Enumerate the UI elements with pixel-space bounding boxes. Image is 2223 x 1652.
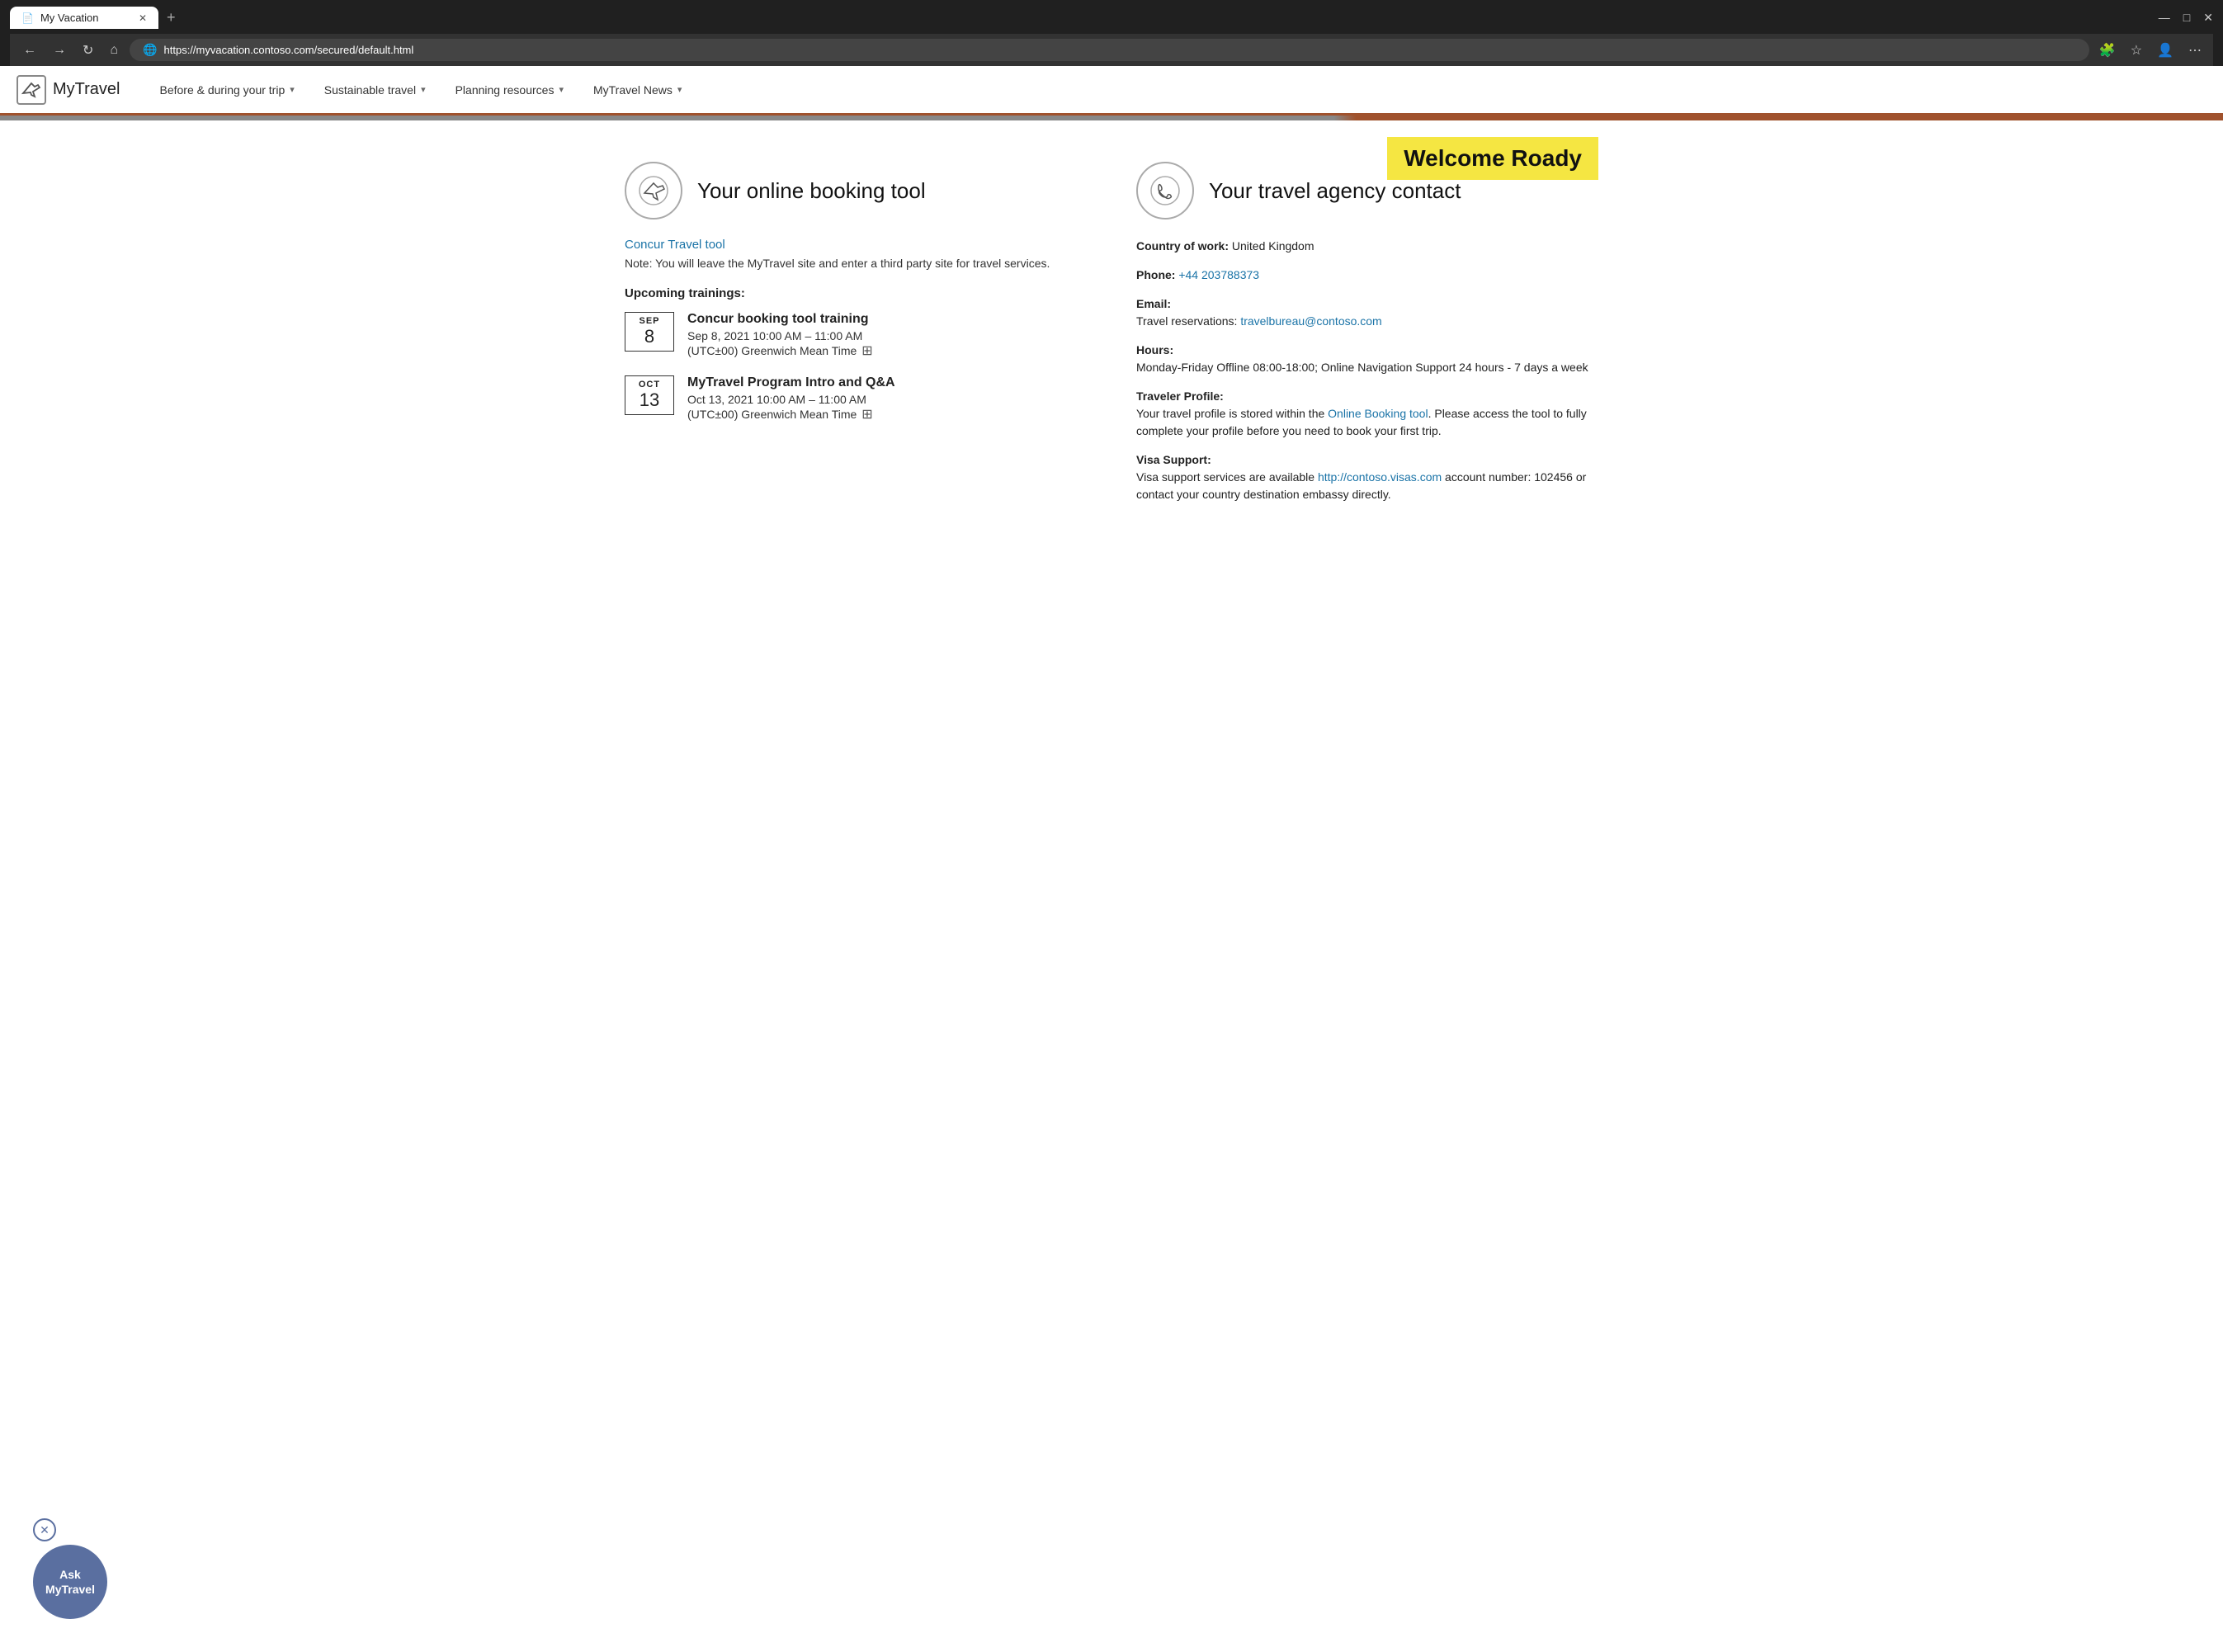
- training-details-1: Concur booking tool training Sep 8, 2021…: [687, 312, 873, 359]
- nav-item-planning[interactable]: Planning resources ▾: [441, 66, 578, 113]
- logo-icon: [17, 75, 46, 105]
- tab-title: My Vacation: [40, 12, 99, 24]
- chevron-down-icon: ▾: [677, 84, 682, 95]
- calendar-month-oct: OCT: [625, 380, 673, 389]
- add-to-calendar-icon-2[interactable]: ⊞: [861, 406, 872, 422]
- email-link[interactable]: travelbureau@contoso.com: [1240, 314, 1381, 328]
- online-booking-tool-link[interactable]: Online Booking tool: [1328, 407, 1428, 420]
- training-tz-2: (UTC±00) Greenwich Mean Time ⊞: [687, 406, 895, 422]
- home-button[interactable]: ⌂: [105, 41, 123, 59]
- phone-link[interactable]: +44 203788373: [1178, 268, 1259, 281]
- upcoming-trainings-label: Upcoming trainings:: [625, 286, 1087, 300]
- app-logo-text: MyTravel: [53, 80, 120, 99]
- travel-agency-section: Your travel agency contact Country of wo…: [1136, 162, 1598, 515]
- nav-label-news: MyTravel News: [593, 83, 673, 97]
- phone-icon-circle: [1136, 162, 1194, 219]
- ask-mytravel-button[interactable]: AskMyTravel: [33, 1545, 107, 1619]
- booking-tool-title: Your online booking tool: [697, 178, 926, 204]
- booking-note: Note: You will leave the MyTravel site a…: [625, 257, 1087, 270]
- chevron-down-icon: ▾: [421, 84, 426, 95]
- ask-mytravel-close-button[interactable]: ✕: [33, 1518, 56, 1541]
- traveler-profile-label: Traveler Profile:: [1136, 389, 1224, 403]
- email-sublabel: Travel reservations:: [1136, 314, 1237, 328]
- back-button[interactable]: ←: [18, 41, 41, 59]
- favorites-button[interactable]: ☆: [2127, 40, 2145, 60]
- url-text: https://myvacation.contoso.com/secured/d…: [164, 44, 414, 56]
- training-date-2: Oct 13, 2021 10:00 AM – 11:00 AM: [687, 393, 895, 406]
- training-timezone-2: (UTC±00) Greenwich Mean Time: [687, 408, 857, 421]
- calendar-day-oct: 13: [625, 389, 673, 411]
- toolbar-actions: 🧩 ☆ 👤 ⋯: [2096, 40, 2205, 60]
- training-item-1: SEP 8 Concur booking tool training Sep 8…: [625, 312, 1087, 359]
- concur-travel-link[interactable]: Concur Travel tool: [625, 238, 1087, 252]
- browser-toolbar: ← → ↻ ⌂ 🌐 https://myvacation.contoso.com…: [10, 34, 2213, 66]
- booking-tool-section: Your online booking tool Concur Travel t…: [625, 162, 1087, 515]
- nav-items: Before & during your trip ▾ Sustainable …: [144, 66, 696, 113]
- contact-email: Email: Travel reservations: travelbureau…: [1136, 295, 1598, 330]
- maximize-button[interactable]: □: [2183, 11, 2190, 25]
- contact-traveler-profile: Traveler Profile: Your travel profile is…: [1136, 388, 1598, 440]
- browser-tab[interactable]: 📄 My Vacation ✕: [10, 7, 158, 29]
- nav-item-before-during[interactable]: Before & during your trip ▾: [144, 66, 309, 113]
- contact-visa-support: Visa Support: Visa support services are …: [1136, 451, 1598, 503]
- airplane-icon-circle: [625, 162, 682, 219]
- contact-phone: Phone: +44 203788373: [1136, 267, 1598, 284]
- tab-favicon: 📄: [21, 12, 34, 24]
- training-date-1: Sep 8, 2021 10:00 AM – 11:00 AM: [687, 329, 873, 342]
- chevron-down-icon: ▾: [290, 84, 295, 95]
- forward-button[interactable]: →: [48, 41, 71, 59]
- traveler-profile-text-before: Your travel profile is stored within the: [1136, 407, 1328, 420]
- welcome-badge: Welcome Roady: [1387, 137, 1598, 180]
- training-item-2: OCT 13 MyTravel Program Intro and Q&A Oc…: [625, 375, 1087, 422]
- nav-label-before-during: Before & during your trip: [159, 83, 285, 97]
- address-bar[interactable]: 🌐 https://myvacation.contoso.com/secured…: [130, 39, 2089, 61]
- ask-mytravel-container: ✕ AskMyTravel: [33, 1518, 107, 1619]
- hours-label: Hours:: [1136, 343, 1173, 356]
- browser-chrome: 📄 My Vacation ✕ + — □ ✕ ← → ↻ ⌂ 🌐 https:…: [0, 0, 2223, 66]
- two-column-layout: Your online booking tool Concur Travel t…: [625, 162, 1598, 515]
- training-name-2: MyTravel Program Intro and Q&A: [687, 375, 895, 390]
- tab-close-button[interactable]: ✕: [139, 12, 147, 24]
- nav-label-sustainable: Sustainable travel: [324, 83, 416, 97]
- email-label: Email:: [1136, 297, 1171, 310]
- app-logo: MyTravel: [17, 75, 120, 105]
- contact-hours: Hours: Monday-Friday Offline 08:00-18:00…: [1136, 342, 1598, 376]
- window-controls: — □ ✕: [2159, 11, 2213, 25]
- new-tab-button[interactable]: +: [158, 9, 184, 26]
- booking-tool-header: Your online booking tool: [625, 162, 1087, 219]
- calendar-day-sep: 8: [625, 326, 673, 347]
- training-timezone-1: (UTC±00) Greenwich Mean Time: [687, 344, 857, 357]
- extensions-button[interactable]: 🧩: [2096, 40, 2119, 60]
- training-details-2: MyTravel Program Intro and Q&A Oct 13, 2…: [687, 375, 895, 422]
- window-close-button[interactable]: ✕: [2203, 11, 2213, 25]
- add-to-calendar-icon-1[interactable]: ⊞: [861, 342, 872, 359]
- calendar-box-sep: SEP 8: [625, 312, 674, 352]
- country-value: United Kingdom: [1232, 239, 1314, 253]
- nav-item-sustainable[interactable]: Sustainable travel ▾: [309, 66, 441, 113]
- phone-label: Phone:: [1136, 268, 1175, 281]
- main-content: Welcome Roady Your online booking tool C…: [575, 120, 1648, 540]
- training-name-1: Concur booking tool training: [687, 312, 873, 327]
- minimize-button[interactable]: —: [2159, 11, 2170, 25]
- nav-item-news[interactable]: MyTravel News ▾: [578, 66, 696, 113]
- chevron-down-icon: ▾: [559, 84, 564, 95]
- calendar-box-oct: OCT 13: [625, 375, 674, 415]
- hours-value: Monday-Friday Offline 08:00-18:00; Onlin…: [1136, 361, 1588, 374]
- visa-support-text-before: Visa support services are available: [1136, 470, 1318, 484]
- more-button[interactable]: ⋯: [2185, 40, 2205, 60]
- browser-titlebar: 📄 My Vacation ✕ + — □ ✕: [10, 7, 2213, 29]
- contact-country: Country of work: United Kingdom: [1136, 238, 1598, 255]
- refresh-button[interactable]: ↻: [78, 40, 98, 60]
- training-tz-1: (UTC±00) Greenwich Mean Time ⊞: [687, 342, 873, 359]
- calendar-month-sep: SEP: [625, 316, 673, 326]
- travel-agency-title: Your travel agency contact: [1209, 178, 1461, 204]
- globe-icon: 🌐: [143, 43, 157, 57]
- visa-support-label: Visa Support:: [1136, 453, 1211, 466]
- profiles-button[interactable]: 👤: [2154, 40, 2177, 60]
- country-label: Country of work:: [1136, 239, 1229, 253]
- nav-label-planning: Planning resources: [455, 83, 555, 97]
- app-navbar: MyTravel Before & during your trip ▾ Sus…: [0, 66, 2223, 116]
- visa-support-link[interactable]: http://contoso.visas.com: [1318, 470, 1442, 484]
